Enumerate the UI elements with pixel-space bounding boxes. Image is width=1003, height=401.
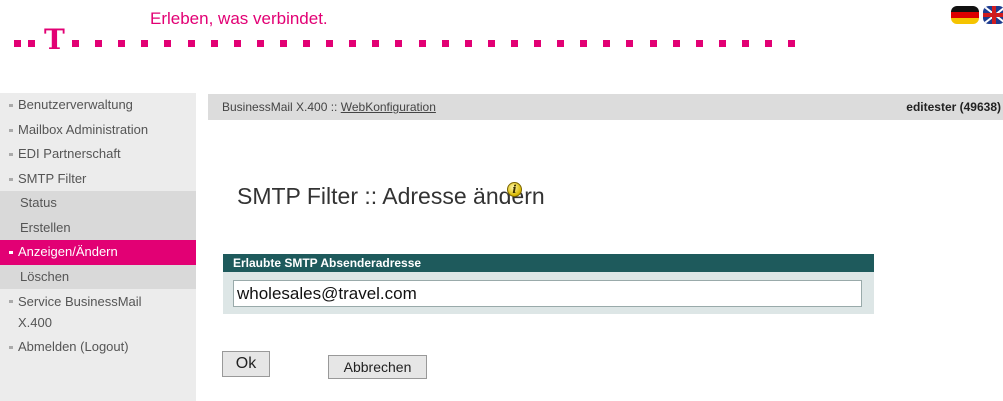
logo-dot: [464, 40, 472, 47]
sidebar: Benutzerverwaltung Mailbox Administratio…: [0, 93, 196, 401]
logo-dot: [441, 40, 449, 47]
field-label: Erlaubte SMTP Absenderadresse: [223, 254, 874, 272]
slogan: Erleben, was verbindet.: [150, 9, 328, 28]
logo-dot: [349, 40, 357, 47]
logo-dot: [626, 40, 634, 47]
logo-dot: [487, 40, 495, 47]
logo-dot: [303, 40, 310, 47]
logo-dot: [326, 40, 334, 47]
t-logo-icon: T: [44, 23, 65, 56]
logo-dot: [557, 40, 565, 47]
sidebar-item-logout[interactable]: Abmelden (Logout): [0, 335, 196, 360]
breadcrumb-bar: BusinessMail X.400 :: WebKonfiguration e…: [208, 94, 1003, 120]
logo-dot: [580, 40, 588, 47]
sidebar-item-service-businessmail[interactable]: Service BusinessMail X.400: [0, 289, 170, 335]
info-icon[interactable]: i: [507, 182, 522, 197]
sidebar-subitem-status[interactable]: Status: [0, 191, 196, 216]
logo-dot: [14, 40, 21, 47]
logo-dot: [141, 40, 149, 47]
breadcrumb: BusinessMail X.400 :: WebKonfiguration: [222, 94, 436, 120]
logo-dot: [72, 40, 79, 47]
sidebar-subitem-loeschen[interactable]: Löschen: [0, 264, 196, 289]
logo-dot: [788, 40, 796, 47]
logo-dot: [164, 40, 172, 47]
logo-dot: [256, 40, 264, 47]
logo-dot: [649, 40, 657, 47]
logo-dot: [695, 40, 703, 47]
logo-dot: [28, 40, 35, 47]
sidebar-item-smtp-filter[interactable]: SMTP Filter: [0, 167, 196, 192]
flag-germany-icon[interactable]: [951, 6, 979, 24]
sidebar-subitem-anzeigen-aendern[interactable]: Anzeigen/Ändern: [0, 240, 196, 265]
language-switcher: [943, 6, 1003, 24]
logo-dot: [279, 40, 287, 47]
sidebar-item-edi-partnerschaft[interactable]: EDI Partnerschaft: [0, 142, 196, 167]
logo-dot: [603, 40, 611, 47]
logo-dot: [187, 40, 195, 47]
logo-dot: [372, 40, 380, 47]
logo-dot: [534, 40, 541, 47]
sidebar-item-benutzerverwaltung[interactable]: Benutzerverwaltung: [0, 93, 196, 118]
header: T Erleben, was verbindet.: [0, 0, 1003, 60]
sidebar-subitem-erstellen[interactable]: Erstellen: [0, 215, 196, 240]
logo-dot: [741, 40, 749, 47]
logo-dot: [395, 40, 403, 47]
logo-dot: [510, 40, 518, 47]
logo-dot: [718, 40, 726, 47]
breadcrumb-link-webkonfiguration[interactable]: WebKonfiguration: [341, 100, 436, 114]
sidebar-item-mailbox-administration[interactable]: Mailbox Administration: [0, 118, 196, 143]
logo-dot: [233, 40, 241, 47]
flag-uk-icon[interactable]: [983, 6, 1003, 24]
logo-dot: [118, 40, 126, 47]
ok-button[interactable]: Ok: [222, 351, 270, 377]
logo-dot: [418, 40, 426, 47]
page-title: SMTP Filter :: Adresse ändern: [237, 183, 545, 209]
smtp-address-input[interactable]: [233, 280, 862, 307]
logo-dot: [210, 40, 218, 47]
current-user: editester (49638): [906, 100, 1001, 114]
logo-dot: [765, 40, 772, 47]
logo-dot: [95, 40, 103, 47]
address-form-panel: Erlaubte SMTP Absenderadresse: [223, 254, 874, 314]
breadcrumb-prefix: BusinessMail X.400 ::: [222, 100, 341, 114]
cancel-button[interactable]: Abbrechen: [328, 355, 427, 379]
logo-dot: [672, 40, 680, 47]
